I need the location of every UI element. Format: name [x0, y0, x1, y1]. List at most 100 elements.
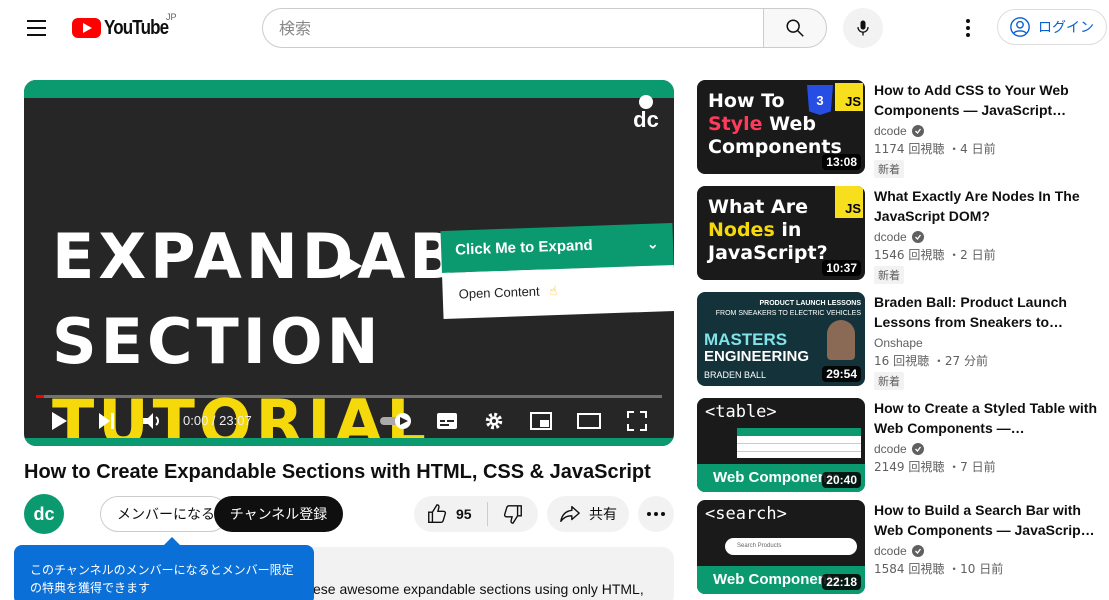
miniplayer-icon[interactable] [528, 409, 554, 433]
share-label: 共有 [589, 507, 617, 523]
big-play-icon[interactable] [326, 243, 372, 289]
css3-icon: 3 [807, 85, 833, 115]
channel-name[interactable]: dcode [874, 230, 1104, 244]
video-player[interactable]: dc EXPANDABLE SECTION TUTORIAL Click Me … [24, 80, 674, 446]
share-icon [560, 505, 580, 523]
thumb-text: ENGINEERING [704, 348, 810, 365]
video-title: How to Create Expandable Sections with H… [24, 461, 651, 483]
thumb-text: JavaScript? [708, 242, 828, 264]
recommended-video[interactable]: PRODUCT LAUNCH LESSONS FROM SNEAKERS TO … [697, 292, 1107, 390]
video-meta: 1546 回視聴 ・2 日前 [874, 248, 996, 262]
search-input[interactable] [279, 18, 764, 38]
channel-avatar[interactable]: dc [24, 494, 64, 534]
channel-name[interactable]: dcode [874, 544, 1104, 558]
youtube-logo[interactable]: YouTube [72, 16, 180, 40]
video-thumbnail[interactable]: <table> Web Components 20:40 [697, 398, 865, 492]
video-thumbnail[interactable]: <search> Search Products Web Components … [697, 500, 865, 594]
video-title[interactable]: How to Create a Styled Table with Web Co… [874, 398, 1104, 438]
like-dislike-pill: 95 [414, 496, 538, 532]
video-title[interactable]: What Exactly Are Nodes In The JavaScript… [874, 186, 1104, 226]
javascript-icon: JS [835, 83, 863, 111]
next-icon[interactable] [93, 409, 119, 433]
channel-name[interactable]: dcode [874, 124, 1104, 138]
recommended-video[interactable]: <search> Search Products Web Components … [697, 500, 1107, 594]
video-title[interactable]: Braden Ball: Product Launch Lessons from… [874, 292, 1104, 332]
javascript-icon: JS [835, 186, 863, 218]
accordion-body: Open Content ☝ [441, 264, 674, 320]
search-button[interactable] [763, 8, 827, 48]
theater-icon[interactable] [576, 409, 602, 433]
region-code: JP [166, 12, 177, 22]
youtube-play-icon [72, 18, 101, 38]
like-button[interactable]: 95 [414, 496, 487, 532]
search-box [262, 8, 764, 48]
progress-fill [36, 395, 44, 398]
video-thumbnail[interactable]: What Are Nodes in JavaScript? JS 10:37 [697, 186, 865, 280]
like-icon [428, 504, 447, 523]
thumbnail-top-bar [24, 80, 674, 98]
duration-badge: 22:18 [822, 574, 861, 590]
duration-badge: 29:54 [822, 366, 861, 382]
subscribe-button[interactable]: チャンネル登録 [214, 496, 343, 532]
thumb-text: Components [708, 136, 842, 158]
like-count: 95 [456, 506, 472, 522]
description-snippet: ese awesome expandable sections using on… [313, 581, 644, 597]
more-horiz-icon[interactable] [638, 496, 674, 532]
more-vert-icon[interactable] [952, 8, 984, 48]
video-title[interactable]: How to Add CSS to Your Web Components — … [874, 80, 1104, 120]
progress-bar[interactable] [36, 395, 662, 398]
verified-icon [911, 545, 924, 557]
fullscreen-icon[interactable] [624, 409, 650, 433]
thumb-text: FROM SNEAKERS TO ELECTRIC VEHICLES [715, 310, 861, 317]
thumb-text: Nodes [708, 219, 775, 241]
mic-icon [857, 20, 869, 36]
video-info: What Exactly Are Nodes In The JavaScript… [874, 186, 1104, 284]
recommended-video[interactable]: What Are Nodes in JavaScript? JS 10:37 W… [697, 186, 1107, 284]
video-info: How to Build a Search Bar with Web Compo… [874, 500, 1104, 577]
video-title[interactable]: How to Build a Search Bar with Web Compo… [874, 500, 1104, 540]
player-controls: 0:00 / 23:07 [24, 405, 674, 435]
share-button[interactable]: 共有 [547, 496, 629, 532]
verified-icon [911, 125, 924, 137]
channel-name[interactable]: dcode [874, 442, 1104, 456]
logo-text: YouTube [104, 16, 169, 39]
time-display: 0:00 / 23:07 [183, 413, 252, 428]
login-label: ログイン [1038, 20, 1094, 36]
duration-badge: 20:40 [822, 472, 861, 488]
verified-icon [911, 231, 924, 243]
thumb-text: MASTERS [704, 330, 788, 349]
voice-search-button[interactable] [843, 8, 883, 48]
login-button[interactable]: ログイン [997, 9, 1107, 45]
video-info: How to Create a Styled Table with Web Co… [874, 398, 1104, 475]
search-icon [786, 19, 804, 37]
verified-icon [911, 443, 924, 455]
dislike-icon [503, 505, 522, 524]
channel-name[interactable]: Onshape [874, 336, 1104, 350]
captions-icon[interactable] [434, 409, 460, 433]
thumb-text: <table> [705, 402, 777, 422]
thumbnail-title-line-2: SECTION [52, 305, 383, 378]
dislike-button[interactable] [488, 496, 538, 532]
new-badge: 新着 [874, 372, 904, 390]
video-thumbnail[interactable]: How To Style Web Components 3 JS 13:08 [697, 80, 865, 174]
video-thumbnail[interactable]: PRODUCT LAUNCH LESSONS FROM SNEAKERS TO … [697, 292, 865, 386]
presenter-photo [827, 320, 855, 360]
recommended-video[interactable]: How To Style Web Components 3 JS 13:08 H… [697, 80, 1107, 178]
autoplay-toggle-icon[interactable] [378, 409, 414, 433]
volume-icon[interactable] [140, 409, 166, 433]
join-membership-button[interactable]: メンバーになる [100, 496, 228, 532]
search-preview: Search Products [725, 538, 857, 555]
video-meta: 1174 回視聴 ・4 日前 [874, 142, 996, 156]
settings-icon[interactable] [481, 409, 507, 433]
duration-badge: 13:08 [822, 154, 861, 170]
menu-icon[interactable] [16, 12, 56, 44]
thumbnail-accordion-graphic: Click Me to Expand ⌄ Open Content ☝ [440, 222, 674, 321]
recommended-video[interactable]: <table> Web Components 20:40 How to Crea… [697, 398, 1107, 492]
duration-badge: 10:37 [822, 260, 861, 276]
subscribe-label: チャンネル登録 [229, 507, 328, 523]
play-icon[interactable] [46, 409, 72, 433]
thumb-text: What Are [708, 196, 808, 218]
table-preview [737, 428, 861, 458]
dcode-watermark: dc [628, 95, 664, 141]
thumb-text: How To [708, 90, 785, 112]
